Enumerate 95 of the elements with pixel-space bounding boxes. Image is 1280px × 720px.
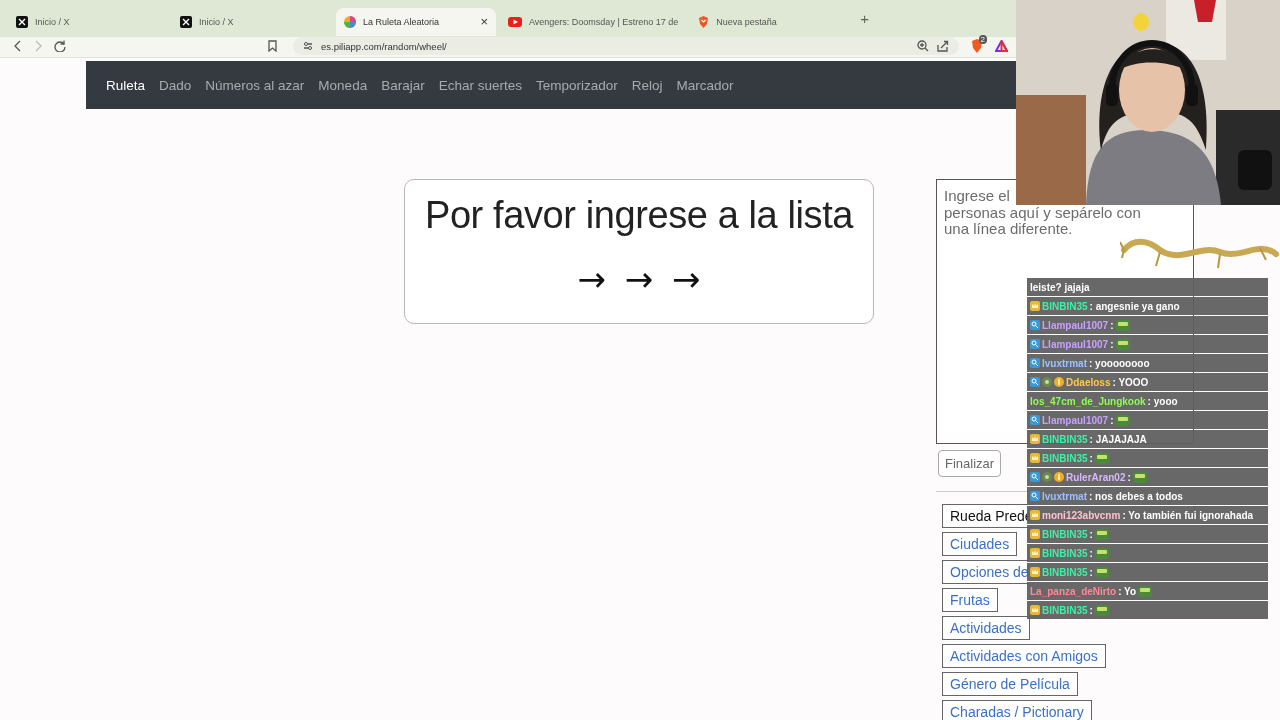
shield-icon bbox=[698, 15, 710, 28]
nav-link[interactable]: Echar suertes bbox=[438, 77, 522, 93]
chat-username: BINBIN35 bbox=[1042, 300, 1088, 312]
chat-text: : bbox=[1110, 319, 1114, 331]
magnifier-icon bbox=[1030, 339, 1040, 349]
crown-icon bbox=[1030, 605, 1040, 615]
chat-username: BINBIN35 bbox=[1042, 604, 1088, 616]
x-logo-icon bbox=[180, 15, 192, 28]
nav-link[interactable]: Barajar bbox=[381, 77, 425, 93]
preset-button[interactable]: Ciudades bbox=[942, 532, 1018, 556]
chat-username: BINBIN35 bbox=[1042, 547, 1088, 559]
chat-text: : Yo también fui ignorahada bbox=[1122, 509, 1254, 521]
chat-username: BINBIN35 bbox=[1042, 452, 1088, 464]
chat-text: : YOOO bbox=[1112, 376, 1149, 388]
crown-icon bbox=[1030, 529, 1040, 539]
share-icon[interactable] bbox=[937, 40, 949, 52]
coin-icon bbox=[1054, 472, 1064, 482]
chat-text: : bbox=[1089, 566, 1093, 578]
chat-username: Llampaul1007 bbox=[1042, 338, 1109, 350]
address-bar[interactable]: es.piliapp.com/random/wheel/ bbox=[293, 37, 959, 55]
browser-tab[interactable]: Nueva pestaña bbox=[690, 7, 851, 36]
preset-button[interactable]: Charadas / Pictionary bbox=[942, 700, 1092, 720]
chat-text: : bbox=[1089, 452, 1093, 464]
chat-text: : bbox=[1089, 528, 1093, 540]
chat-text: : JAJAJAJA bbox=[1089, 433, 1147, 445]
preset-button[interactable]: Actividades con Amigos bbox=[942, 644, 1106, 668]
chat-username: moni123abvcnm bbox=[1042, 509, 1121, 521]
gear-icon bbox=[1042, 472, 1052, 482]
chat-username: Ddaeloss bbox=[1066, 376, 1111, 388]
chat-username: Llampaul1007 bbox=[1042, 319, 1109, 331]
crown-icon bbox=[1030, 567, 1040, 577]
nav-link[interactable]: Ruleta bbox=[106, 77, 146, 93]
chat-username: RulerAran02 bbox=[1066, 471, 1126, 483]
placeholder-text: Ingrese el personas aquí y sepárelo con una línea diferente. bbox=[944, 188, 1142, 238]
zoom-icon[interactable] bbox=[917, 40, 929, 52]
crown-icon bbox=[1030, 453, 1040, 463]
wheel-icon bbox=[344, 15, 356, 28]
magnifier-icon bbox=[1030, 377, 1040, 387]
shield-icon[interactable] bbox=[971, 39, 983, 53]
crown-icon bbox=[1030, 548, 1040, 558]
count-badge: 2 bbox=[978, 35, 987, 44]
magnifier-icon bbox=[1030, 472, 1040, 482]
nav-link[interactable]: Marcador bbox=[676, 77, 734, 93]
chat-username: BINBIN35 bbox=[1042, 566, 1088, 578]
magnifier-icon bbox=[1030, 320, 1040, 330]
reload-icon[interactable] bbox=[54, 40, 66, 52]
nav-link[interactable]: Números al azar bbox=[205, 77, 305, 93]
crown-icon bbox=[1030, 434, 1040, 444]
magnifier-icon bbox=[1030, 415, 1040, 425]
finish-button[interactable]: Finalizar bbox=[938, 450, 1002, 477]
gear-icon bbox=[1042, 377, 1052, 387]
chat-username: BINBIN35 bbox=[1042, 528, 1088, 540]
browser-tab[interactable]: La Ruleta Aleatoria × bbox=[336, 7, 496, 36]
close-icon[interactable]: × bbox=[480, 14, 488, 29]
nav-link[interactable]: Dado bbox=[159, 77, 192, 93]
chat-text: : yooo bbox=[1147, 395, 1178, 407]
chat-text: : Yo bbox=[1118, 585, 1137, 597]
chat-username: La_panza_deNirto bbox=[1030, 585, 1117, 597]
preset-button[interactable]: Frutas bbox=[942, 588, 998, 612]
arrows-text: → → → bbox=[577, 259, 701, 299]
magnifier-icon bbox=[1030, 491, 1040, 501]
chat-text: : bbox=[1110, 338, 1114, 350]
x-logo-icon bbox=[16, 15, 28, 28]
new-tab-button[interactable]: + bbox=[860, 10, 870, 27]
url-text: es.piliapp.com/random/wheel/ bbox=[321, 40, 447, 52]
chat-text: : nos debes a todos bbox=[1089, 490, 1183, 502]
browser-tab[interactable]: Inicio / X bbox=[172, 7, 332, 36]
coin-icon bbox=[1054, 377, 1064, 387]
chat-text: : angesnie ya gano bbox=[1089, 300, 1180, 312]
chat-username: lvuxtrmat bbox=[1042, 490, 1087, 502]
bookmark-icon[interactable] bbox=[268, 40, 277, 52]
chat-text: : bbox=[1089, 604, 1093, 616]
prompt-text: Por favor ingrese a la lista bbox=[424, 194, 854, 237]
preset-button[interactable]: Género de Película bbox=[942, 672, 1078, 696]
chat-text: leiste? jajaja bbox=[1030, 281, 1090, 293]
chat-text: : yoooooooo bbox=[1089, 357, 1150, 369]
browser-tab[interactable]: Inicio / X bbox=[8, 7, 168, 36]
chat-username: BINBIN35 bbox=[1042, 433, 1088, 445]
chat-username: lvuxtrmat bbox=[1042, 357, 1087, 369]
play-icon bbox=[508, 16, 522, 27]
chat-text: : bbox=[1110, 414, 1114, 426]
site-settings-icon[interactable] bbox=[303, 41, 313, 51]
browser-tab[interactable]: Avengers: Doomsday | Estreno 17 de bbox=[500, 7, 687, 36]
nav-link[interactable]: Temporizador bbox=[536, 77, 618, 93]
triangle-icon[interactable] bbox=[995, 40, 1008, 52]
chat-text: : bbox=[1089, 547, 1093, 559]
chat-text: : bbox=[1127, 471, 1131, 483]
chat-username: Llampaul1007 bbox=[1042, 414, 1109, 426]
nav-link[interactable]: Moneda bbox=[318, 77, 368, 93]
back-icon[interactable] bbox=[14, 40, 22, 52]
preset-button[interactable]: Actividades bbox=[942, 616, 1030, 640]
nav-link[interactable]: Reloj bbox=[631, 77, 663, 93]
magnifier-icon bbox=[1030, 358, 1040, 368]
crown-icon bbox=[1030, 301, 1040, 311]
chat-username: los_47cm_de_Jungkook bbox=[1030, 395, 1146, 407]
